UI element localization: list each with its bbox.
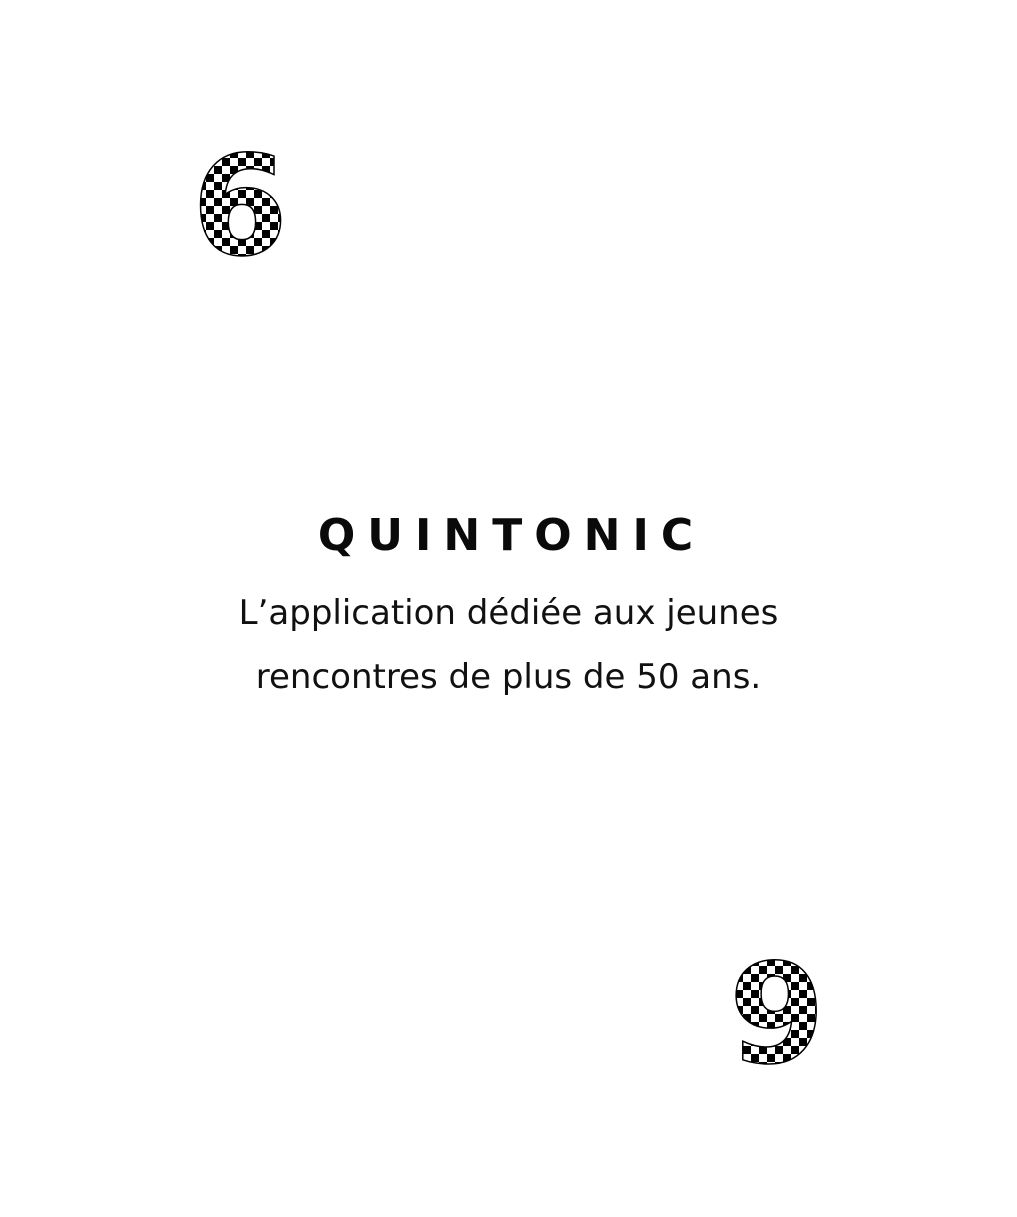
brand-title: QUINTONIC	[317, 510, 706, 561]
checkered-six-logo: 6	[191, 142, 289, 264]
tagline-line-2: rencontres de plus de 50 ans.	[255, 657, 762, 697]
checkered-nine-logo: 9	[728, 950, 826, 1072]
six-glyph: 6	[192, 142, 288, 264]
nine-glyph: 9	[729, 950, 825, 1072]
tagline-line-1: L’application dédiée aux jeunes	[238, 593, 779, 633]
